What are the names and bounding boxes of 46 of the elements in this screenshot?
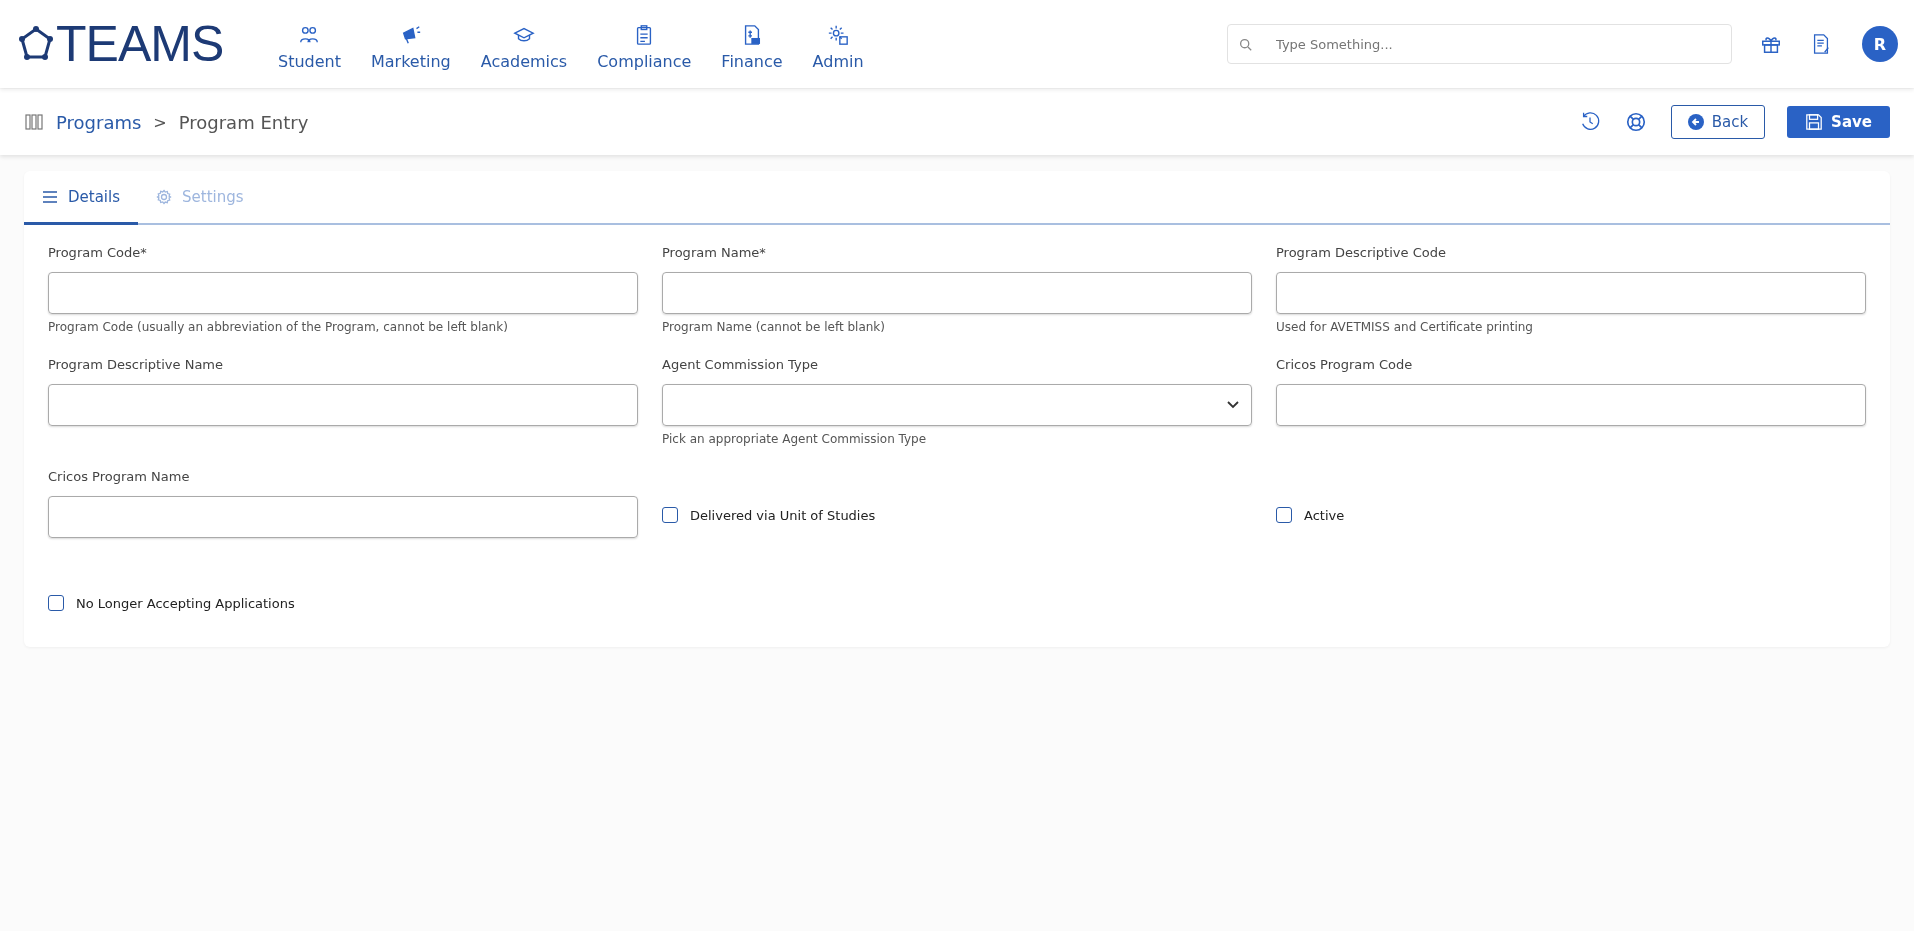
books-icon — [24, 112, 44, 132]
field-label: Program Code* — [48, 245, 148, 260]
tab[interactable]: Details — [24, 171, 138, 225]
field-label: Cricos Program Name — [48, 469, 191, 484]
menu-icon — [42, 188, 58, 205]
nav-link[interactable]: Finance — [721, 17, 783, 71]
field-hint: Program Code (usually an abbreviation of the Program, cannot be left blank) — [48, 320, 509, 334]
save-button[interactable]: Save — [1787, 106, 1890, 138]
field-label: Agent Commission Type — [662, 357, 819, 372]
user-avatar[interactable]: R — [1862, 26, 1898, 62]
checkbox-label: No Longer Accepting Applications — [76, 595, 295, 611]
input-field[interactable] — [48, 496, 638, 538]
breadcrumb-current: Program Entry — [178, 111, 309, 133]
nav-link[interactable]: Marketing — [371, 17, 451, 71]
field-label: Program Name* — [662, 245, 767, 260]
checkbox[interactable] — [48, 595, 64, 611]
breadcrumb-separator: > — [153, 112, 167, 132]
checkbox-label: Active — [1304, 507, 1345, 523]
settings-icon — [156, 188, 172, 205]
checkbox[interactable] — [662, 507, 678, 523]
checkbox[interactable] — [1276, 507, 1292, 523]
input-field[interactable] — [48, 384, 638, 426]
gear-icon — [827, 23, 850, 46]
logo-text: TEAMS — [56, 15, 224, 73]
nav-link[interactable]: Student — [278, 17, 341, 71]
nav-link[interactable]: Admin — [812, 17, 864, 71]
nav-link[interactable]: Academics — [480, 17, 568, 71]
nav-link[interactable]: Compliance — [597, 17, 692, 71]
input-field[interactable] — [48, 272, 638, 314]
dropdown-field[interactable] — [662, 384, 1252, 426]
input-field[interactable] — [1276, 272, 1866, 314]
field-hint: Pick an appropriate Agent Commission Type — [662, 432, 928, 446]
breadcrumb-link[interactable]: Programs — [56, 111, 142, 133]
checkbox-label: Delivered via Unit of Studies — [690, 507, 876, 523]
lifebuoy-icon[interactable] — [1624, 111, 1647, 133]
field-hint: Program Name (cannot be left blank) — [662, 320, 886, 334]
input-field[interactable] — [1276, 384, 1866, 426]
field-label: Program Descriptive Code — [1276, 245, 1447, 260]
search-field[interactable]: Type Something... — [1227, 24, 1732, 64]
field-label: Program Descriptive Name — [48, 357, 224, 372]
back-button[interactable]: Back — [1670, 105, 1766, 139]
field-label: Cricos Program Code — [1276, 357, 1414, 372]
search-icon — [1239, 38, 1252, 51]
chevron-down-icon — [1227, 401, 1239, 409]
input-field[interactable] — [662, 272, 1252, 314]
field-hint: Used for AVETMISS and Certificate printing — [1276, 320, 1534, 334]
